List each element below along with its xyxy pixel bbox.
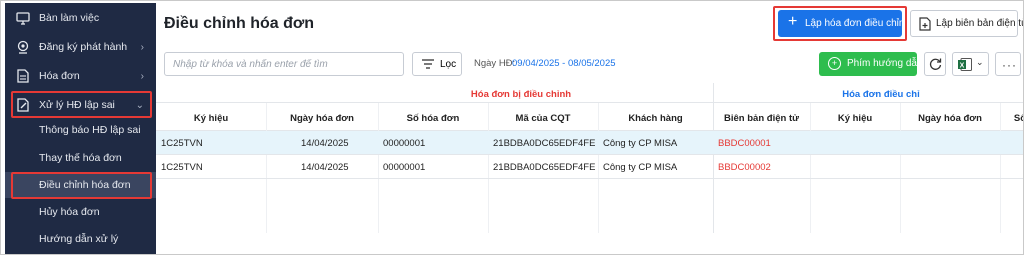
monitor-icon bbox=[16, 11, 30, 25]
button-label: Lập biên bản điện tử bbox=[936, 18, 1024, 29]
sidebar-item-label: Hóa đơn bbox=[39, 70, 80, 82]
more-icon: ··· bbox=[1002, 58, 1017, 72]
button-label: Lọc bbox=[440, 59, 457, 70]
date-range-link[interactable]: 09/04/2025 - 08/05/2025 bbox=[512, 58, 616, 69]
page-title: Điều chỉnh hóa đơn bbox=[164, 15, 315, 32]
filter-button[interactable]: Lọc bbox=[412, 52, 462, 76]
excel-icon: X bbox=[958, 58, 972, 71]
column-header[interactable]: Ngày hóa đơn bbox=[266, 113, 378, 124]
cell-tax-code: 21BDBA0DC65EDF4FE6... bbox=[493, 162, 595, 173]
cell-customer: Công ty CP MISA bbox=[603, 162, 678, 173]
cell-date: 14/04/2025 bbox=[301, 138, 349, 149]
sidebar-subitem-cancel[interactable]: Hủy hóa đơn bbox=[5, 199, 156, 225]
highlight-frame bbox=[773, 6, 907, 41]
sidebar-subitem-label: Thay thế hóa đơn bbox=[39, 152, 122, 164]
table-row[interactable]: 1C25TVN 14/04/2025 00000001 21BDBA0DC65E… bbox=[156, 131, 1023, 155]
column-header[interactable]: Ký hiệu bbox=[810, 113, 900, 124]
e-record-link[interactable]: BBDC00001 bbox=[718, 138, 808, 149]
create-e-record-button[interactable]: Lập biên bản điện tử bbox=[910, 10, 1023, 37]
column-header[interactable]: Ngày hóa đơn bbox=[900, 113, 1000, 124]
plus-circle-icon: + bbox=[828, 57, 841, 70]
stamp-icon bbox=[16, 40, 30, 54]
sidebar-subitem-label: Hướng dẫn xử lý bbox=[39, 233, 119, 245]
sidebar-subitem-label: Hủy hóa đơn bbox=[39, 206, 100, 218]
sidebar-subitem-replace[interactable]: Thay thế hóa đơn bbox=[5, 145, 156, 171]
cell-number: 00000001 bbox=[383, 162, 426, 173]
sidebar-item-dashboard[interactable]: Bàn làm việc bbox=[5, 3, 156, 33]
sidebar-item-label: Đăng ký phát hành bbox=[39, 41, 128, 53]
column-header[interactable]: Ký hiệu bbox=[156, 113, 266, 124]
sidebar-subitem-notify[interactable]: Thông báo HĐ lập sai bbox=[5, 117, 156, 143]
column-header[interactable]: Biên bản điện tử bbox=[713, 113, 810, 124]
column-header[interactable]: Số bbox=[1000, 113, 1023, 124]
column-header[interactable]: Khách hàng bbox=[598, 113, 713, 124]
document-icon bbox=[16, 69, 30, 83]
group-header-adjusted: Hóa đơn bị điều chỉnh bbox=[470, 89, 572, 100]
chevron-down-icon: ⌄ bbox=[976, 57, 984, 67]
export-excel-button[interactable]: X ⌄ bbox=[952, 52, 989, 76]
cell-number: 00000001 bbox=[383, 138, 426, 149]
svg-text:X: X bbox=[960, 63, 965, 70]
column-header[interactable]: Số hóa đơn bbox=[378, 113, 488, 124]
refresh-icon bbox=[929, 58, 942, 70]
sidebar-subitem-label: Thông báo HĐ lập sai bbox=[39, 124, 141, 136]
main-content: Điều chỉnh hóa đơn + Lập hóa đơn điều ch… bbox=[156, 3, 1023, 254]
highlight-frame bbox=[11, 91, 152, 118]
highlight-frame bbox=[11, 172, 152, 199]
cell-symbol: 1C25TVN bbox=[161, 138, 203, 149]
sidebar-item-invoices[interactable]: Hóa đơn › bbox=[5, 61, 156, 91]
sidebar-item-registration[interactable]: Đăng ký phát hành › bbox=[5, 32, 156, 62]
chevron-right-icon: › bbox=[140, 41, 144, 53]
table-group-header: Hóa đơn bị điều chỉnh Hóa đơn điều chỉ bbox=[156, 83, 1023, 103]
cell-date: 14/04/2025 bbox=[301, 162, 349, 173]
button-label: Phím hướng dẫn bbox=[847, 58, 923, 69]
hotkey-guide-button[interactable]: + Phím hướng dẫn bbox=[819, 52, 923, 76]
group-header-adjusting: Hóa đơn điều chỉ bbox=[842, 89, 920, 100]
refresh-button[interactable] bbox=[924, 52, 946, 76]
cell-customer: Công ty CP MISA bbox=[603, 138, 678, 149]
sidebar: Bàn làm việc Đăng ký phát hành › Hóa đơn… bbox=[5, 3, 156, 254]
search-input[interactable] bbox=[164, 52, 404, 76]
e-record-link[interactable]: BBDC00002 bbox=[718, 162, 808, 173]
cell-tax-code: 21BDBA0DC65EDF4FE6... bbox=[493, 138, 595, 149]
column-header[interactable]: Mã của CQT bbox=[488, 113, 598, 124]
table-row[interactable]: 1C25TVN 14/04/2025 00000001 21BDBA0DC65E… bbox=[156, 155, 1023, 179]
date-label: Ngày HĐ: bbox=[474, 58, 516, 69]
add-document-icon bbox=[919, 17, 931, 31]
cell-symbol: 1C25TVN bbox=[161, 162, 203, 173]
filter-icon bbox=[422, 59, 434, 72]
sidebar-item-label: Bàn làm việc bbox=[39, 12, 100, 24]
chevron-right-icon: › bbox=[140, 70, 144, 82]
table-header: Ký hiệu Ngày hóa đơn Số hóa đơn Mã của C… bbox=[156, 103, 1023, 131]
sidebar-subitem-guide[interactable]: Hướng dẫn xử lý bbox=[5, 226, 156, 252]
more-button[interactable]: ··· bbox=[995, 52, 1021, 76]
